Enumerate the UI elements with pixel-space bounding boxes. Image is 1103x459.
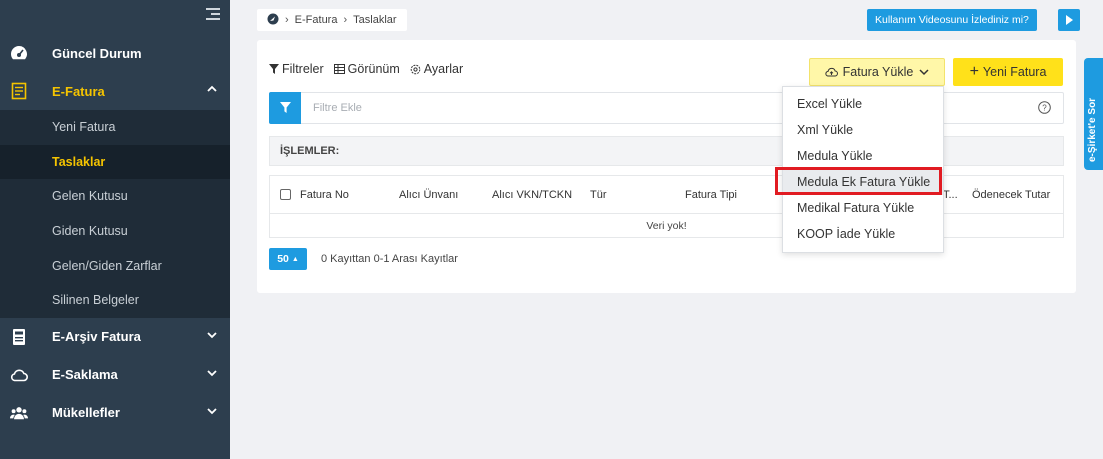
column-alici-vkn[interactable]: Alıcı VKN/TCKN: [492, 189, 572, 201]
chevron-up-icon: [206, 83, 218, 98]
breadcrumb: › E-Fatura › Taslaklar: [257, 9, 407, 31]
invoice-upload-button[interactable]: Fatura Yükle: [809, 58, 945, 86]
chevron-down-icon: [206, 367, 218, 382]
ask-support-tab[interactable]: e-Şirket'e Sor: [1084, 58, 1103, 170]
settings-button[interactable]: Ayarlar: [410, 62, 463, 76]
chevron-down-icon: [919, 69, 929, 76]
chevron-down-icon: [206, 405, 218, 420]
drafts-panel: Filtreler Görünüm Ayarlar Fatura Yükle +…: [257, 40, 1076, 293]
menu-item-koop-iade[interactable]: KOOP İade Yükle: [797, 227, 895, 241]
sidebar-item-label: Güncel Durum: [52, 45, 142, 61]
column-alici-unvani[interactable]: Alıcı Ünvanı: [399, 189, 458, 201]
play-arrow-icon[interactable]: [1058, 9, 1080, 31]
record-count: 0 Kayıttan 0-1 Arası Kayıtlar: [321, 253, 458, 265]
plus-icon: +: [969, 63, 979, 80]
sidebar-top: [0, 0, 230, 34]
cloud-upload-icon: [825, 67, 838, 77]
sidebar-item-e-arsiv[interactable]: E-Arşiv Fatura: [0, 318, 230, 356]
filters-button[interactable]: Filtreler: [269, 62, 324, 76]
column-truncated[interactable]: T...: [943, 189, 958, 201]
grid-icon: [333, 64, 345, 74]
column-odenecek-tutar[interactable]: Ödenecek Tutar: [972, 189, 1050, 201]
ask-support-label: e-Şirket'e Sor: [1087, 97, 1098, 162]
column-tur[interactable]: Tür: [590, 189, 607, 201]
toolbar: Filtreler Görünüm Ayarlar: [269, 62, 473, 76]
new-invoice-label: Yeni Fatura: [982, 65, 1047, 79]
pagination: 50 ▲ 0 Kayıttan 0-1 Arası Kayıtlar: [269, 248, 458, 270]
users-icon: [10, 404, 28, 422]
submenu-taslaklar[interactable]: Taslaklar: [0, 144, 230, 180]
submenu-gelen-kutusu[interactable]: Gelen Kutusu: [0, 179, 230, 214]
invoice-upload-label: Fatura Yükle: [842, 65, 914, 79]
filter-icon[interactable]: [269, 91, 301, 124]
sidebar-item-guncel-durum[interactable]: Güncel Durum: [0, 34, 230, 72]
menu-item-xml[interactable]: Xml Yükle: [797, 123, 853, 137]
help-icon[interactable]: ?: [1038, 101, 1051, 117]
svg-text:?: ?: [1042, 104, 1047, 113]
sidebar-item-e-fatura[interactable]: E-Fatura: [0, 72, 230, 110]
invoice-icon: [10, 82, 28, 100]
cloud-icon: [10, 366, 28, 384]
operations-bar: İŞLEMLER:: [269, 136, 1064, 166]
sidebar-item-label: E-Arşiv Fatura: [52, 329, 141, 345]
menu-item-medula[interactable]: Medula Yükle: [797, 149, 873, 163]
filter-bar: Filtre Ekle ?: [269, 91, 1064, 124]
submenu-gelen-giden-zarflar[interactable]: Gelen/Giden Zarflar: [0, 248, 230, 283]
menu-item-medikal[interactable]: Medikal Fatura Yükle: [797, 201, 914, 215]
filter-icon: [269, 64, 279, 74]
submenu-silinen-belgeler[interactable]: Silinen Belgeler: [0, 283, 230, 318]
sidebar-item-label: Mükellefler: [52, 405, 120, 421]
archive-invoice-icon: [10, 328, 28, 346]
empty-row: Veri yok!: [646, 219, 687, 232]
new-invoice-button[interactable]: + Yeni Fatura: [953, 58, 1063, 86]
page-size-button[interactable]: 50 ▲: [269, 248, 307, 270]
drafts-table: Fatura No Alıcı Ünvanı Alıcı VKN/TCKN Tü…: [269, 175, 1064, 238]
gear-icon: [410, 64, 421, 74]
sidebar-item-label: E-Fatura: [52, 83, 105, 99]
sidebar-item-e-saklama[interactable]: E-Saklama: [0, 356, 230, 394]
view-button[interactable]: Görünüm: [333, 62, 400, 76]
breadcrumb-item-current: Taslaklar: [353, 14, 397, 26]
filter-input[interactable]: Filtre Ekle: [313, 102, 362, 114]
table-header: Fatura No Alıcı Ünvanı Alıcı VKN/TCKN Tü…: [270, 176, 1063, 214]
view-label: Görünüm: [347, 62, 400, 76]
column-fatura-no[interactable]: Fatura No: [300, 189, 349, 201]
breadcrumb-item[interactable]: E-Fatura: [295, 14, 338, 26]
caret-up-icon: ▲: [291, 255, 299, 263]
page-size-value: 50: [277, 253, 289, 265]
highlight-box: [775, 167, 942, 195]
column-fatura-tipi[interactable]: Fatura Tipi: [685, 189, 737, 201]
home-icon[interactable]: [267, 13, 279, 28]
menu-item-excel[interactable]: Excel Yükle: [797, 97, 862, 111]
breadcrumb-separator-icon: ›: [343, 14, 348, 26]
sidebar-item-mukellefler[interactable]: Mükellefler: [0, 394, 230, 432]
tutorial-video-button[interactable]: Kullanım Videosunu İzlediniz mi?: [867, 9, 1037, 31]
sidebar: Güncel Durum E-Fatura Yeni Fatura Taslak…: [0, 0, 230, 459]
e-fatura-submenu: Yeni Fatura Taslaklar Gelen Kutusu Giden…: [0, 110, 230, 318]
submenu-giden-kutusu[interactable]: Giden Kutusu: [0, 214, 230, 249]
select-all-checkbox[interactable]: [280, 189, 291, 200]
sidebar-item-label: E-Saklama: [52, 367, 118, 383]
submenu-yeni-fatura[interactable]: Yeni Fatura: [0, 110, 230, 145]
breadcrumb-separator-icon: ›: [285, 14, 289, 26]
dashboard-icon: [10, 44, 28, 62]
filters-label: Filtreler: [282, 62, 324, 76]
chevron-down-icon: [206, 329, 218, 344]
menu-toggle-icon[interactable]: [206, 8, 220, 22]
settings-label: Ayarlar: [423, 62, 464, 76]
